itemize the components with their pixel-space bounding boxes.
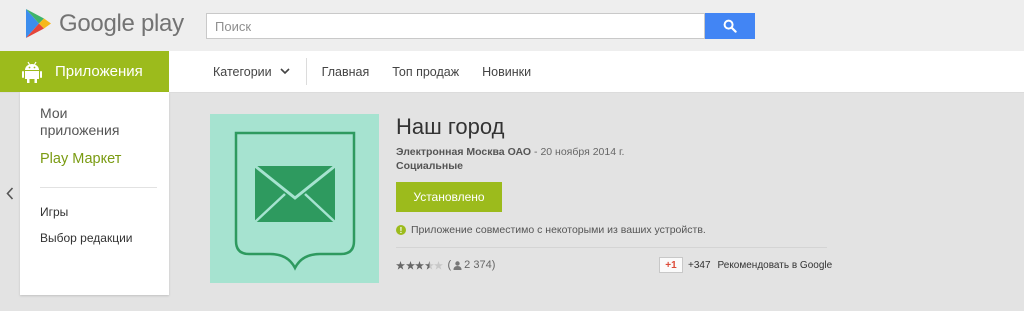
nav-home[interactable]: Главная bbox=[322, 65, 370, 79]
person-icon bbox=[453, 260, 462, 270]
shield-envelope-icon bbox=[234, 131, 356, 271]
sidebar-item-editors-choice[interactable]: Выбор редакции bbox=[40, 231, 132, 245]
search-icon bbox=[723, 19, 737, 33]
tab-apps[interactable]: Приложения bbox=[0, 51, 169, 92]
app-icon bbox=[210, 114, 379, 283]
categories-label: Категории bbox=[213, 64, 272, 79]
sidebar: Мои приложения Play Маркет Игры Выбор ре… bbox=[20, 92, 169, 295]
rating-open-paren: ( bbox=[447, 259, 452, 271]
gplus-count: +347 bbox=[688, 259, 711, 271]
info-icon: ! bbox=[396, 225, 406, 235]
tab-apps-label: Приложения bbox=[55, 63, 143, 80]
sidebar-item-my-apps[interactable]: Мои приложения bbox=[40, 105, 135, 139]
star-full-icon bbox=[405, 260, 415, 270]
card-divider bbox=[396, 247, 827, 248]
nav-divider bbox=[305, 58, 307, 85]
chevron-left-icon bbox=[6, 186, 14, 200]
app-title: Наш город bbox=[396, 114, 505, 139]
app-meta: Электронная Москва ОАО - 20 ноября 2014 … bbox=[396, 146, 624, 158]
sidebar-item-play-store[interactable]: Play Маркет bbox=[40, 151, 121, 167]
nav-bar: Приложения Категории Главная Топ продаж … bbox=[0, 51, 1024, 93]
star-full-icon bbox=[396, 260, 405, 270]
sidebar-item-games[interactable]: Игры bbox=[40, 205, 68, 219]
release-date: 20 ноября 2014 г. bbox=[540, 146, 625, 158]
nav-links: Категории Главная Топ продаж Новинки bbox=[213, 51, 531, 92]
app-category[interactable]: Социальные bbox=[396, 160, 463, 172]
gplus-button[interactable]: +1 bbox=[659, 257, 683, 273]
recommend-text: Рекомендовать в Google bbox=[717, 259, 833, 271]
star-rating bbox=[396, 260, 444, 270]
search-bar bbox=[206, 13, 755, 39]
logo-text: Google play bbox=[59, 9, 184, 37]
rating-row: ( 2 374 ) bbox=[396, 259, 495, 271]
rating-close-paren: ) bbox=[491, 259, 496, 271]
sidebar-divider bbox=[40, 187, 157, 188]
gplus-label: +1 bbox=[665, 259, 677, 271]
chevron-down-icon bbox=[280, 68, 290, 75]
search-button[interactable] bbox=[705, 13, 755, 39]
sidebar-item-label: Мои приложения bbox=[40, 105, 120, 138]
nav-new-releases[interactable]: Новинки bbox=[482, 65, 531, 79]
star-full-icon bbox=[415, 260, 424, 270]
star-empty-icon bbox=[434, 260, 443, 270]
developer-link[interactable]: Электронная Москва ОАО bbox=[396, 146, 531, 158]
categories-dropdown[interactable]: Категории bbox=[213, 65, 290, 79]
play-logo-icon bbox=[26, 9, 51, 38]
nav-top-charts[interactable]: Топ продаж bbox=[392, 65, 459, 79]
compatibility-text: Приложение совместимо с некоторыми из ва… bbox=[411, 224, 706, 236]
star-half-icon bbox=[424, 260, 434, 270]
install-button[interactable]: Установлено bbox=[396, 182, 502, 212]
gplus-row: +1 +347 Рекомендовать в Google bbox=[659, 257, 832, 273]
android-icon bbox=[22, 61, 42, 83]
google-play-logo[interactable]: Google play bbox=[24, 8, 184, 39]
rating-count: 2 374 bbox=[464, 259, 492, 271]
search-input[interactable] bbox=[206, 13, 705, 39]
top-header: Google play bbox=[0, 0, 1024, 51]
sidebar-collapse-button[interactable] bbox=[4, 184, 16, 202]
compatibility-note: ! Приложение совместимо с некоторыми из … bbox=[396, 224, 706, 236]
